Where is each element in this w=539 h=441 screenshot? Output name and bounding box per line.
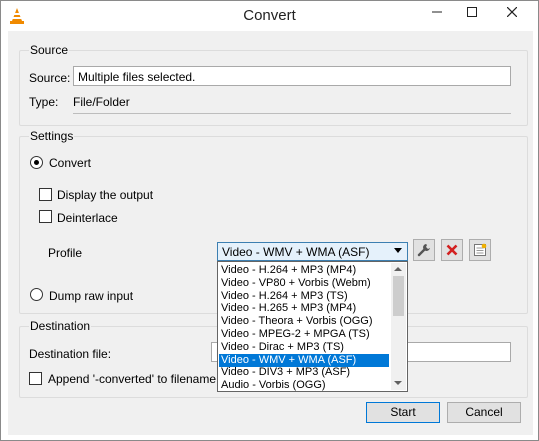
new-profile-icon [474,243,487,256]
profile-option[interactable]: Video - MPEG-2 + MPGA (TS) [219,328,389,341]
delete-profile-button[interactable] [441,239,463,261]
wrench-icon [417,244,430,257]
title-bar: Convert [1,1,538,31]
source-group-title: Source [29,43,70,57]
scroll-up-icon[interactable] [394,267,402,271]
profile-option[interactable]: Video - Dirac + MP3 (TS) [219,341,389,354]
profile-dropdown-list[interactable]: Video - H.264 + MP3 (MP4) Video - VP80 + … [217,261,408,392]
start-button[interactable]: Start [366,402,440,423]
convert-radio-label[interactable]: Convert [49,156,91,170]
scroll-thumb[interactable] [393,276,404,316]
edit-profile-button[interactable] [413,239,435,261]
profile-label: Profile [48,246,83,260]
type-value: File/Folder [73,95,130,109]
profile-option[interactable]: Video - Theora + Vorbis (OGG) [219,315,389,328]
minimize-button[interactable] [421,1,453,23]
append-converted-checkbox[interactable] [29,372,42,385]
maximize-icon [467,7,477,17]
minimize-icon [432,11,442,13]
profile-option[interactable]: Video - WMV + WMA (ASF) [219,353,389,367]
source-group: Source Source: Multiple files selected. … [19,43,528,126]
deinterlace-label[interactable]: Deinterlace [57,211,118,225]
convert-dialog: Convert Source Source: Multiple files se… [0,0,539,441]
settings-group-title: Settings [29,129,75,143]
profile-option[interactable]: Audio - Vorbis (OGG) [219,379,389,392]
cancel-button[interactable]: Cancel [447,402,521,423]
source-label: Source: [29,71,71,85]
delete-x-icon [446,244,458,256]
scroll-down-icon[interactable] [394,381,402,385]
profile-option[interactable]: Video - H.265 + MP3 (MP4) [219,302,389,315]
type-underline [73,113,511,114]
dump-raw-radio[interactable] [30,288,43,301]
source-field[interactable]: Multiple files selected. [73,66,511,86]
profile-option[interactable]: Video - DIV3 + MP3 (ASF) [219,366,389,379]
append-converted-label[interactable]: Append '-converted' to filename [48,372,216,386]
profile-select[interactable]: Video - WMV + WMA (ASF) [217,242,408,261]
profile-option[interactable]: Video - VP80 + Vorbis (Webm) [219,277,389,290]
close-button[interactable] [489,1,534,23]
destination-file-label: Destination file: [29,347,112,361]
close-icon [506,7,517,17]
chevron-down-icon [394,248,402,253]
profile-option[interactable]: Video - H.264 + MP3 (TS) [219,290,389,303]
convert-radio[interactable] [30,156,43,169]
maximize-button[interactable] [456,1,488,23]
dump-raw-label[interactable]: Dump raw input [49,289,133,303]
deinterlace-checkbox[interactable] [39,210,52,223]
display-output-checkbox[interactable] [39,188,52,201]
type-label: Type: [29,95,59,109]
profile-selected-value: Video - WMV + WMA (ASF) [222,245,370,259]
profile-option[interactable]: Video - H.264 + MP3 (MP4) [219,264,389,277]
dialog-body: Source Source: Multiple files selected. … [8,31,533,435]
dropdown-scrollbar[interactable] [391,263,406,390]
display-output-label[interactable]: Display the output [57,188,153,202]
new-profile-button[interactable] [469,239,491,261]
destination-group-title: Destination [29,319,92,333]
